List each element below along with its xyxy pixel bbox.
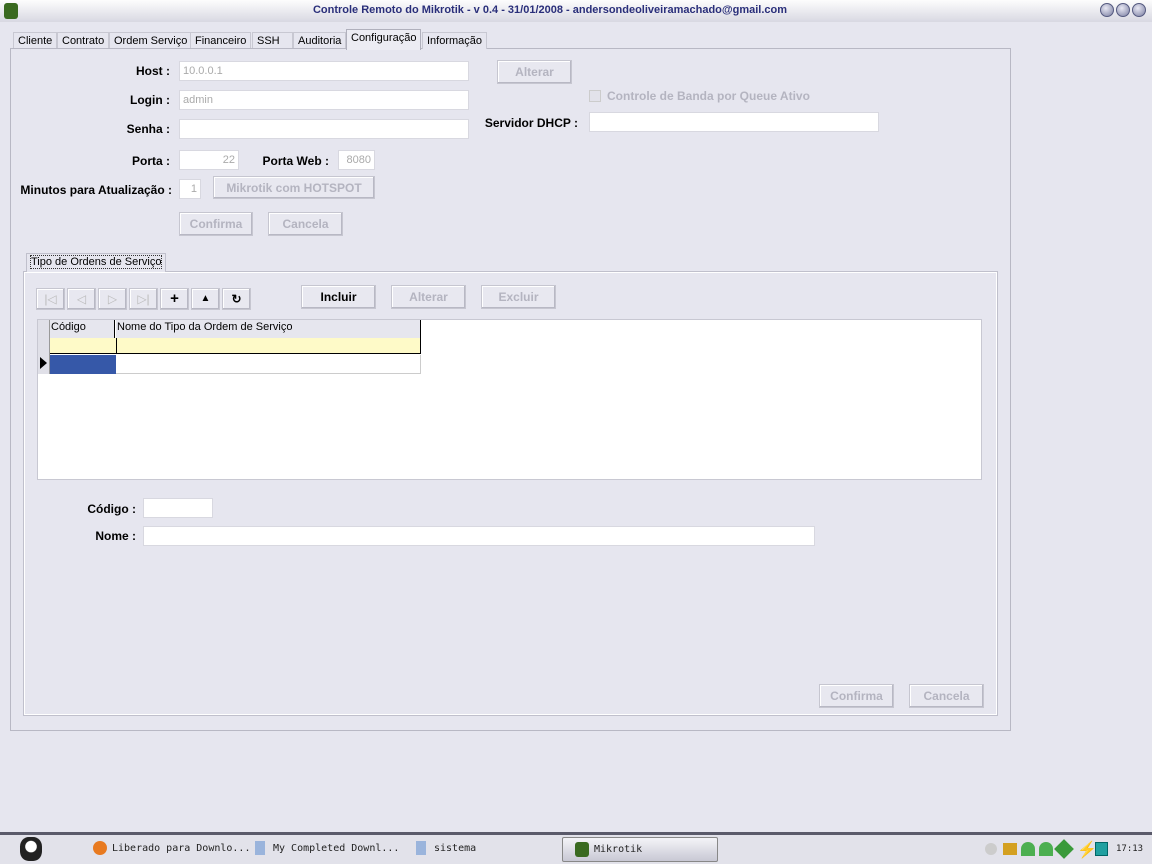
confirma-button[interactable]: Confirma bbox=[179, 212, 253, 236]
login-input[interactable]: admin bbox=[179, 90, 469, 110]
tab-financeiro[interactable]: Financeiro bbox=[190, 32, 252, 49]
porta-web-input[interactable]: 8080 bbox=[338, 150, 375, 170]
minutos-label: Minutos para Atualização : bbox=[20, 183, 172, 197]
host-input[interactable]: 10.0.0.1 bbox=[179, 61, 469, 81]
alterar-os-button[interactable]: Alterar bbox=[391, 285, 466, 309]
nav-last-button[interactable]: ▷| bbox=[129, 288, 158, 310]
taskbar-item-label: Mikrotik bbox=[594, 844, 643, 855]
tray-app-icon[interactable] bbox=[1095, 842, 1108, 856]
tray-wifi-icon[interactable] bbox=[1021, 842, 1035, 856]
tab-tipo-os[interactable]: Tipo de Ordens de Serviço bbox=[26, 253, 167, 272]
taskbar-item[interactable]: sistema bbox=[434, 843, 476, 854]
window-title: Controle Remoto do Mikrotik - v 0.4 - 31… bbox=[312, 4, 788, 16]
current-row-arrow-icon bbox=[40, 357, 47, 369]
tab-ordem-servico[interactable]: Ordem Serviço bbox=[109, 32, 193, 49]
column-header-nome[interactable]: Nome do Tipo da Ordem de Serviço bbox=[116, 320, 421, 338]
folder-icon bbox=[416, 841, 426, 855]
nav-up-button[interactable]: ▲ bbox=[191, 288, 220, 310]
nome-label: Nome : bbox=[95, 529, 136, 543]
tab-tipo-os-label: Tipo de Ordens de Serviço bbox=[29, 255, 163, 269]
hotspot-button[interactable]: Mikrotik com HOTSPOT bbox=[213, 176, 375, 199]
grid-cell[interactable] bbox=[116, 355, 421, 374]
start-menu-tux-icon[interactable] bbox=[20, 837, 42, 861]
queue-checkbox-label: Controle de Banda por Queue Ativo bbox=[607, 89, 810, 103]
alterar-button[interactable]: Alterar bbox=[497, 60, 572, 84]
minutos-input[interactable]: 1 bbox=[179, 179, 201, 199]
incluir-button[interactable]: Incluir bbox=[301, 285, 376, 309]
folder-icon bbox=[255, 841, 265, 855]
title-bar: Controle Remoto do Mikrotik - v 0.4 - 31… bbox=[0, 0, 1152, 22]
nav-first-button[interactable]: |◁ bbox=[36, 288, 65, 310]
tab-auditoria[interactable]: Auditoria bbox=[293, 32, 347, 49]
tab-configuracao[interactable]: Configuração bbox=[346, 29, 422, 50]
close-button[interactable] bbox=[1132, 3, 1146, 17]
tipo-os-grid[interactable]: Código Nome do Tipo da Ordem de Serviço bbox=[37, 319, 982, 480]
nav-refresh-button[interactable]: ↻ bbox=[222, 288, 251, 310]
maximize-button[interactable] bbox=[1116, 3, 1130, 17]
minimize-button[interactable] bbox=[1100, 3, 1114, 17]
taskbar-item-active[interactable]: Mikrotik bbox=[562, 837, 718, 862]
nome-input[interactable] bbox=[143, 526, 815, 546]
porta-label: Porta : bbox=[131, 154, 170, 168]
tab-cliente[interactable]: Cliente bbox=[13, 32, 58, 49]
porta-web-label: Porta Web : bbox=[262, 154, 329, 168]
dhcp-label: Servidor DHCP : bbox=[484, 116, 578, 130]
porta-input[interactable]: 22 bbox=[179, 150, 239, 170]
taskbar-item[interactable]: My Completed Downl... bbox=[273, 843, 399, 854]
nav-prev-button[interactable]: ◁ bbox=[67, 288, 96, 310]
tray-arrow-icon[interactable] bbox=[985, 843, 997, 855]
senha-input[interactable] bbox=[179, 119, 469, 139]
codigo-input[interactable] bbox=[143, 498, 213, 518]
tab-ssh[interactable]: SSH bbox=[252, 32, 293, 49]
firefox-icon bbox=[93, 841, 107, 855]
tab-contrato[interactable]: Contrato bbox=[57, 32, 110, 49]
excluir-button[interactable]: Excluir bbox=[481, 285, 556, 309]
dhcp-input[interactable] bbox=[589, 112, 879, 132]
login-label: Login : bbox=[130, 93, 170, 107]
header-filter-row bbox=[50, 338, 421, 354]
senha-label: Senha : bbox=[126, 122, 170, 136]
codigo-label: Código : bbox=[87, 502, 136, 516]
queue-checkbox[interactable] bbox=[589, 90, 601, 102]
tab-informacao[interactable]: Informação bbox=[422, 32, 488, 49]
nav-next-button[interactable]: ▷ bbox=[98, 288, 127, 310]
column-header-codigo[interactable]: Código bbox=[50, 320, 115, 338]
tray-power-icon[interactable]: ⚡ bbox=[1077, 840, 1097, 860]
nav-insert-button[interactable]: + bbox=[160, 288, 189, 310]
selected-cell[interactable] bbox=[50, 355, 116, 374]
mikrotik-icon bbox=[575, 842, 589, 857]
tray-wifi-icon[interactable] bbox=[1039, 842, 1053, 856]
tray-lock-icon[interactable] bbox=[1003, 843, 1017, 855]
cancela-button[interactable]: Cancela bbox=[268, 212, 343, 236]
clock: 17:13 bbox=[1116, 844, 1144, 854]
confirma-os-button[interactable]: Confirma bbox=[819, 684, 894, 708]
taskbar-item[interactable]: Liberado para Downlo... bbox=[112, 843, 250, 854]
host-label: Host : bbox=[136, 64, 170, 78]
cancela-os-button[interactable]: Cancela bbox=[909, 684, 984, 708]
